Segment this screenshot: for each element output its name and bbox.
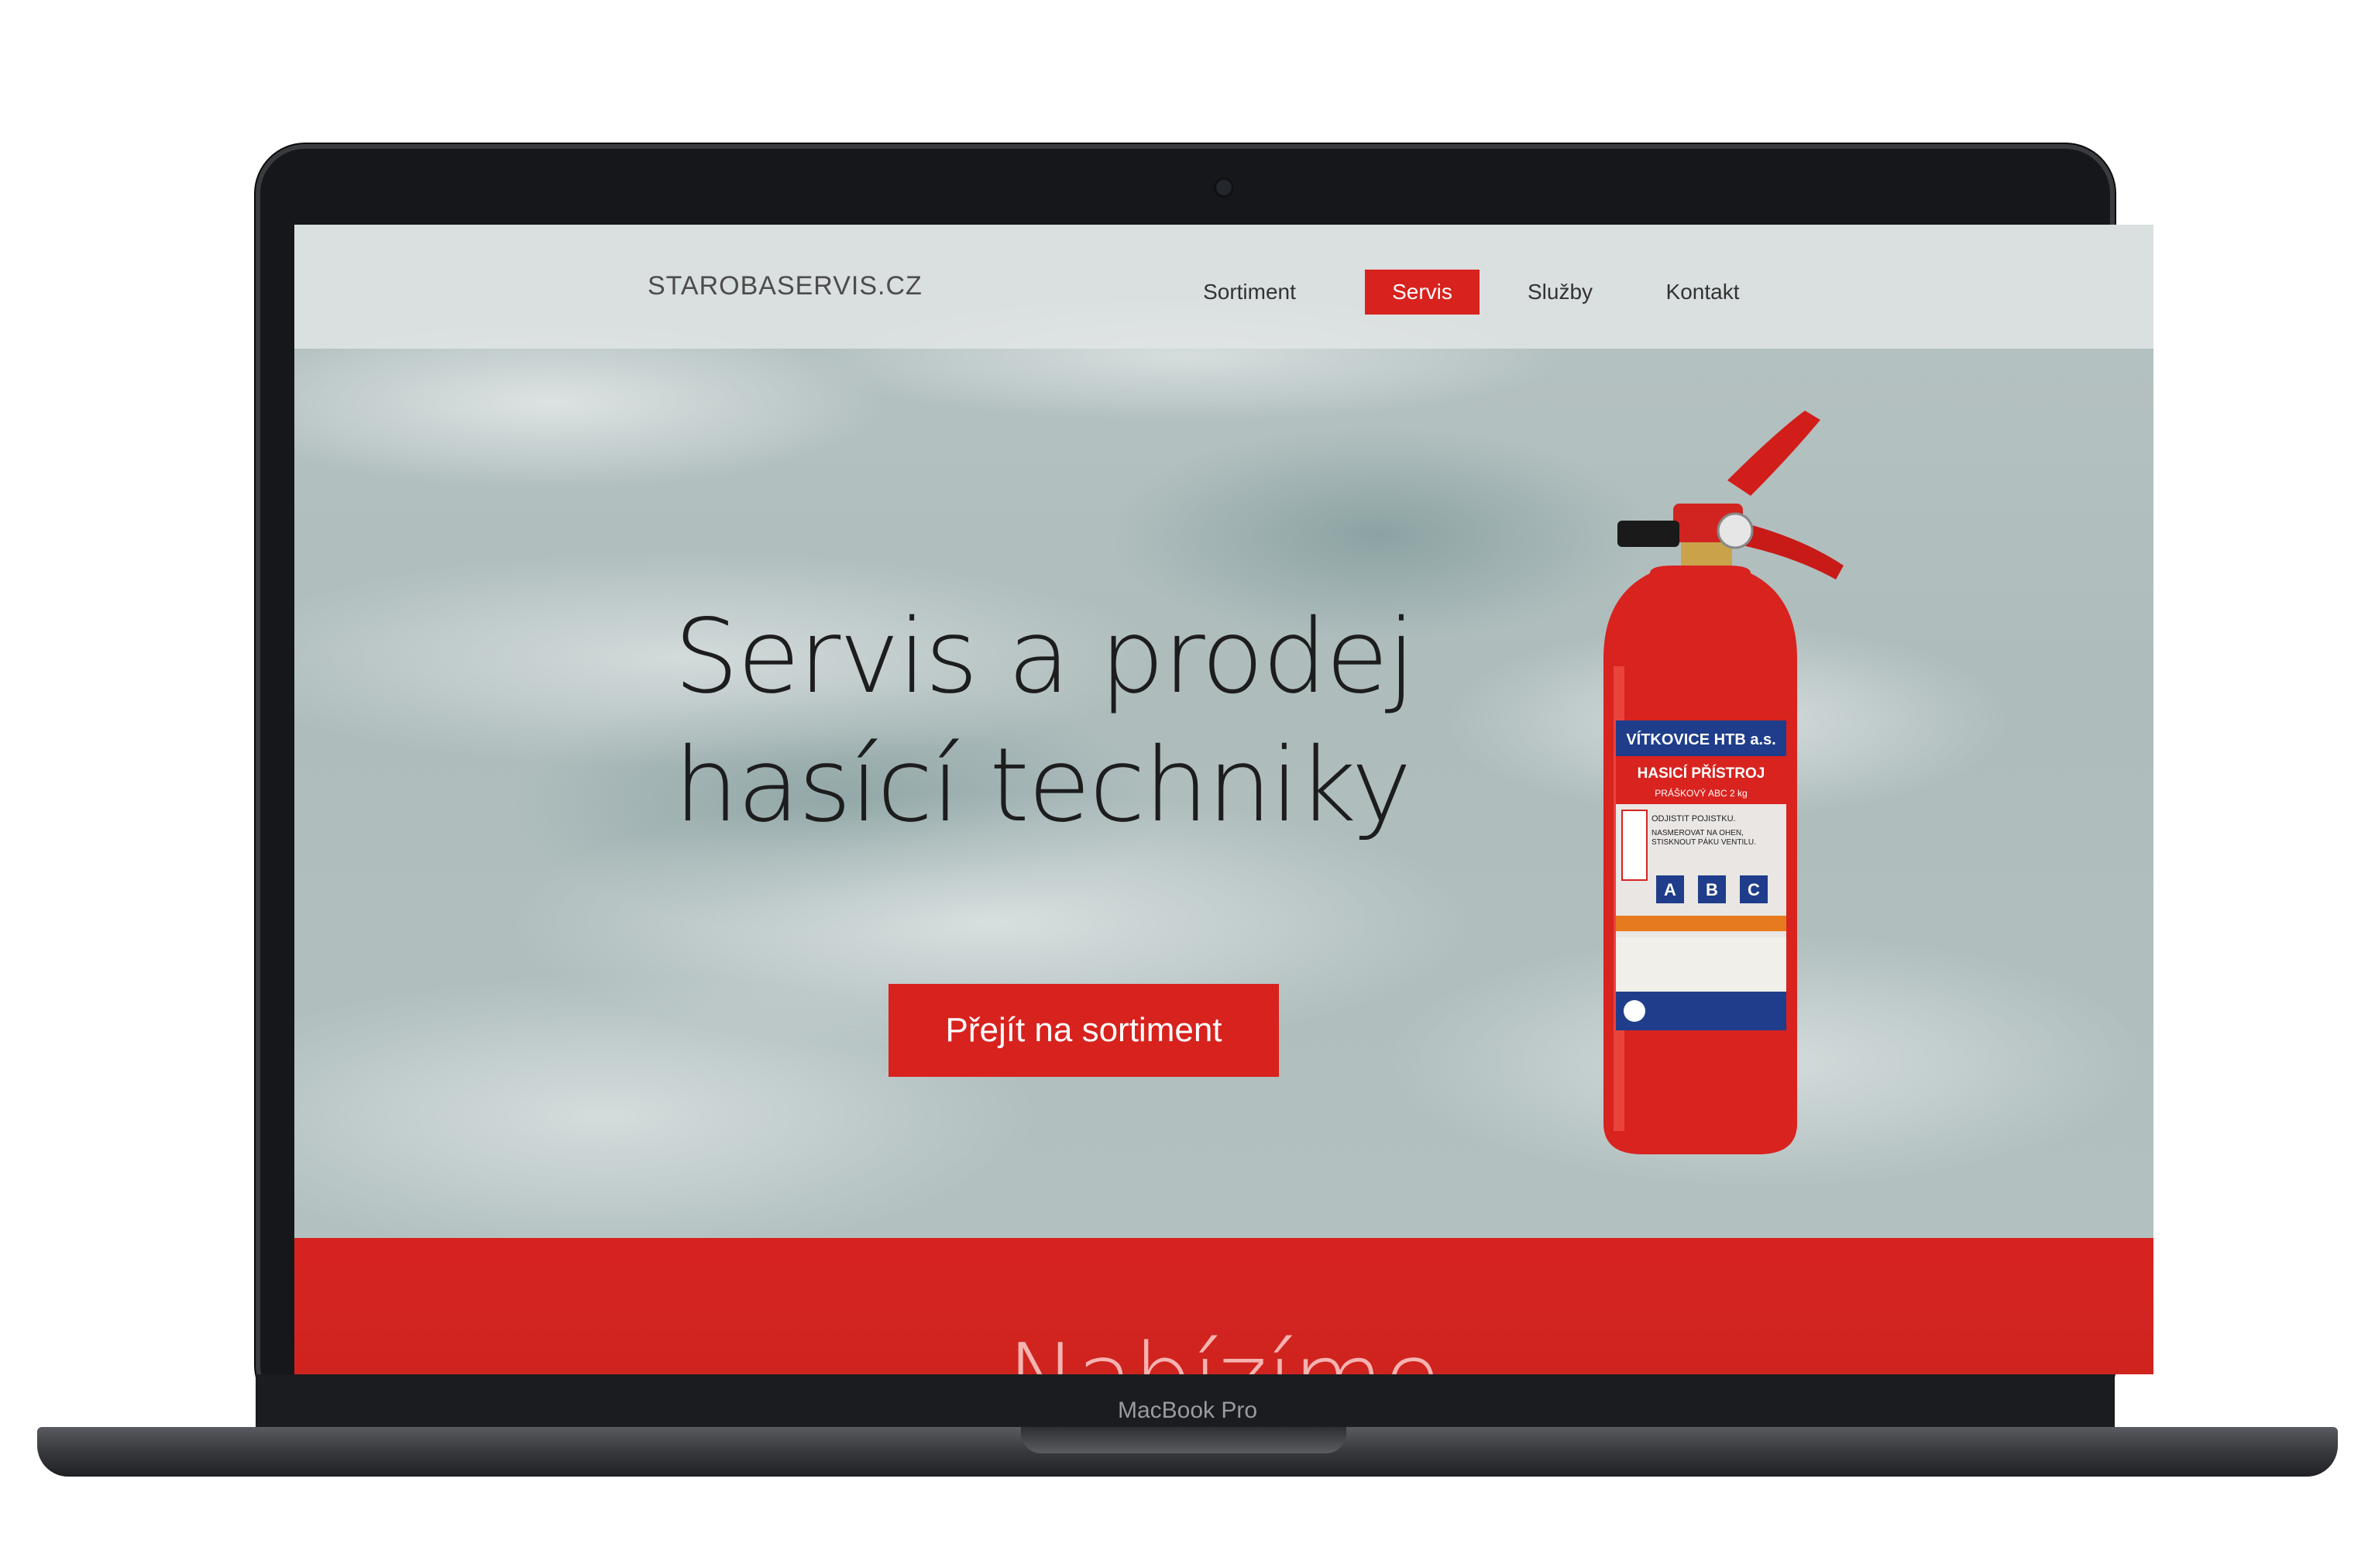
nav-item-sortiment[interactable]: Sortiment [1191, 270, 1308, 315]
class-b-label: B [1706, 880, 1718, 899]
camera-icon [1216, 180, 1232, 195]
extinguisher-nozzle [1617, 521, 1679, 547]
nav-item-kontakt[interactable]: Kontakt [1655, 270, 1751, 315]
label-step1: ODJISTIT POJISTKU. [1652, 814, 1736, 824]
certification-icon [1624, 1000, 1645, 1022]
label-fine-print [1616, 937, 1786, 992]
class-c-label: C [1748, 880, 1760, 899]
class-a-label: A [1664, 880, 1676, 899]
nav-item-servis[interactable]: Servis [1365, 270, 1480, 315]
label-pictograms [1621, 810, 1648, 881]
site-header: STAROBASERVIS.CZ Sortiment Servis Služby… [294, 225, 2153, 349]
laptop-mockup: STAROBASERVIS.CZ Sortiment Servis Služby… [0, 0, 2375, 1568]
laptop-hinge-notch [1021, 1427, 1346, 1453]
label-step2-wrap: NASMĚROVAT NA OHEŇ, STISKNOUT PÁKU VENTI… [1652, 829, 1756, 847]
extinguisher-handle [1727, 411, 1820, 496]
nav-item-sluzby[interactable]: Služby [1515, 270, 1605, 315]
offer-section-title: Nabízíme [294, 1332, 2153, 1375]
label-type: PRÁŠKOVÝ ABC 2 kg [1655, 787, 1747, 799]
website-screen: STAROBASERVIS.CZ Sortiment Servis Služby… [294, 225, 2153, 1374]
hero-title-line1: Servis a prodej [674, 597, 1415, 717]
label-warning-strip [1616, 916, 1786, 931]
pressure-gauge-icon [1717, 512, 1754, 549]
hero-title-line2: hasící techniky [674, 726, 1412, 845]
hero-title: Servis a prodej hasící techniky [674, 593, 1449, 850]
go-to-catalog-button[interactable]: Přejít na sortiment [888, 984, 1279, 1077]
label-maker: VÍTKOVICE HTB a.s. [1626, 731, 1775, 748]
label-name: HASICÍ PŘÍSTROJ [1638, 765, 1765, 782]
main-nav: Sortiment Servis Služby Kontakt [294, 270, 2153, 315]
fire-extinguisher-image: VÍTKOVICE HTB a.s. HASICÍ PŘÍSTROJ PRÁŠK… [1603, 411, 1844, 1154]
label-step2: NASMĚROVAT NA OHEŇ, STISKNOUT PÁKU VENTI… [1652, 829, 1756, 847]
device-label: MacBook Pro [1117, 1398, 1258, 1423]
